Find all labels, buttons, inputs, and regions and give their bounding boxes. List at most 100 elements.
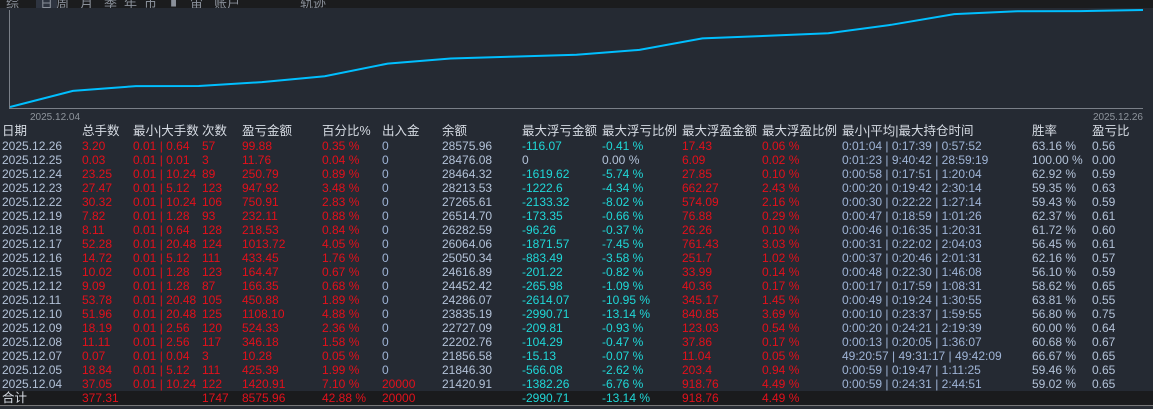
cell-min-max-lots: 0.01 | 10.24 [133, 377, 197, 391]
tab-9[interactable]: 账户 [214, 0, 240, 8]
tab-10[interactable]: 轨迹 [300, 0, 326, 8]
cell-total-lots: 30.32 [82, 195, 113, 209]
cell-percent: 0.05 % [322, 349, 360, 363]
cell-min-max-lots: 0.01 | 0.01 [133, 153, 190, 167]
header-hold-time: 最小|平均|最大持仓时间 [842, 124, 974, 138]
tab-4[interactable]: 季 [104, 0, 117, 8]
cell-max-float-loss: -1382.26 [522, 377, 570, 391]
cell-profit: 1108.10 [242, 307, 285, 321]
cell-max-float-profit: 11.04 [682, 349, 712, 363]
cell-percent: 0.88 % [322, 209, 360, 223]
cell-min-max-lots: 0.01 | 5.12 [133, 363, 190, 377]
cell-profit-ratio: 0.65 [1092, 279, 1116, 293]
cell-deposit: 0 [382, 153, 389, 167]
cell-max-float-profit-pct: 0.05 % [762, 349, 800, 363]
header-max-float-profit-pct: 最大浮盈比例 [762, 124, 838, 138]
total-max-float-loss-pct: -13.14 % [602, 391, 651, 405]
tab-8[interactable]: 宙 [190, 0, 203, 8]
cell-profit-ratio: 0.65 [1092, 349, 1116, 363]
cell-max-float-profit-pct: 0.10 % [762, 223, 800, 237]
cell-win-rate: 60.68 % [1032, 335, 1077, 349]
cell-trade-count: 3 [202, 153, 209, 167]
cell-date: 2025.12.24 [2, 167, 63, 181]
cell-trade-count: 3 [202, 349, 209, 363]
cell-percent: 1.99 % [322, 363, 360, 377]
cell-date: 2025.12.17 [2, 237, 63, 251]
cell-percent: 3.48 % [322, 181, 360, 195]
cell-max-float-loss: -1871.57 [522, 237, 570, 251]
total-max-float-profit-pct: 4.49 % [762, 391, 800, 405]
cell-max-float-loss-pct: -6.76 % [602, 377, 644, 391]
cell-total-lots: 0.03 [82, 153, 106, 167]
cell-deposit: 0 [382, 279, 389, 293]
cell-max-float-loss-pct: -0.47 % [602, 335, 644, 349]
cell-win-rate: 59.35 % [1032, 181, 1077, 195]
cell-percent: 1.58 % [322, 335, 360, 349]
tab-0[interactable]: 综 [6, 0, 19, 8]
cell-hold-time: 0:00:59 | 0:19:47 | 1:11:25 [842, 363, 981, 377]
cell-max-float-loss-pct: -0.66 % [602, 209, 644, 223]
tab-1[interactable]: 日 [36, 0, 58, 8]
cell-max-float-loss-pct: -0.41 % [602, 139, 644, 153]
cell-percent: 0.35 % [322, 139, 360, 153]
cell-max-float-profit-pct: 0.10 % [762, 167, 800, 181]
tab-5[interactable]: 年 [124, 0, 137, 8]
cell-max-float-loss-pct: -3.58 % [602, 251, 644, 265]
cell-deposit: 0 [382, 265, 389, 279]
cell-deposit: 0 [382, 307, 389, 321]
cell-hold-time: 0:00:46 | 0:16:35 | 1:20:31 [842, 223, 982, 237]
cell-profit-ratio: 0.57 [1092, 251, 1116, 265]
cell-profit: 524.33 [242, 321, 279, 335]
tab-3[interactable]: 月 [80, 0, 93, 8]
cell-win-rate: 62.92 % [1032, 167, 1077, 181]
cell-hold-time: 0:00:48 | 0:22:30 | 1:46:08 [842, 265, 982, 279]
cell-profit: 99.88 [242, 139, 273, 153]
cell-trade-count: 125 [202, 307, 223, 321]
cell-max-float-profit-pct: 0.54 % [762, 321, 800, 335]
x-tick-label: 2025.12.04 [30, 112, 80, 122]
cell-total-lots: 37.05 [82, 377, 113, 391]
cell-total-lots: 27.47 [82, 181, 113, 195]
total-trade-count: 1747 [202, 391, 229, 405]
cell-balance: 21846.30 [442, 363, 493, 377]
total-deposit: 20000 [382, 391, 416, 405]
cell-deposit: 20000 [382, 377, 416, 391]
cell-win-rate: 62.16 % [1032, 251, 1077, 265]
header-win-rate: 胜率 [1032, 124, 1058, 138]
cell-max-float-loss-pct: -0.37 % [602, 223, 644, 237]
total-date: 合计 [2, 391, 28, 405]
cell-deposit: 0 [382, 209, 389, 223]
cell-hold-time: 0:00:58 | 0:17:51 | 1:20:04 [842, 167, 982, 181]
cell-profit-ratio: 0.65 [1092, 363, 1116, 377]
cell-date: 2025.12.12 [2, 279, 63, 293]
tab-7[interactable]: ▮ [170, 0, 177, 8]
cell-max-float-profit-pct: 0.94 % [762, 363, 800, 377]
cell-max-float-profit-pct: 4.49 % [762, 377, 800, 391]
cell-max-float-profit-pct: 3.69 % [762, 307, 800, 321]
cell-percent: 0.04 % [322, 153, 360, 167]
x-tick-label: 2025.12.26 [1093, 112, 1143, 122]
cell-hold-time: 0:00:59 | 0:24:31 | 2:44:51 [842, 377, 982, 391]
cell-total-lots: 53.78 [82, 293, 113, 307]
cell-total-lots: 8.11 [82, 223, 105, 237]
cell-balance: 24616.89 [442, 265, 493, 279]
cell-balance: 24452.42 [442, 279, 493, 293]
cell-max-float-loss-pct: -4.34 % [602, 181, 644, 195]
cell-deposit: 0 [382, 195, 389, 209]
cell-min-max-lots: 0.01 | 5.12 [133, 181, 190, 195]
cell-max-float-profit: 76.88 [682, 209, 713, 223]
cell-date: 2025.12.15 [2, 265, 63, 279]
cell-max-float-profit-pct: 0.17 % [762, 335, 800, 349]
header-deposit: 出入金 [382, 124, 420, 138]
cell-max-float-profit: 27.85 [682, 167, 713, 181]
tab-6[interactable]: 币 [144, 0, 157, 8]
cell-max-float-profit: 26.26 [682, 223, 713, 237]
tab-2[interactable]: 周 [56, 0, 69, 8]
cell-trade-count: 89 [202, 167, 216, 181]
header-max-float-loss-pct: 最大浮亏比例 [602, 124, 678, 138]
cell-max-float-loss-pct: -7.45 % [602, 237, 644, 251]
cell-max-float-profit-pct: 0.06 % [762, 139, 800, 153]
cell-min-max-lots: 0.01 | 1.28 [133, 209, 190, 223]
cell-date: 2025.12.19 [2, 209, 63, 223]
cell-win-rate: 63.16 % [1032, 139, 1077, 153]
